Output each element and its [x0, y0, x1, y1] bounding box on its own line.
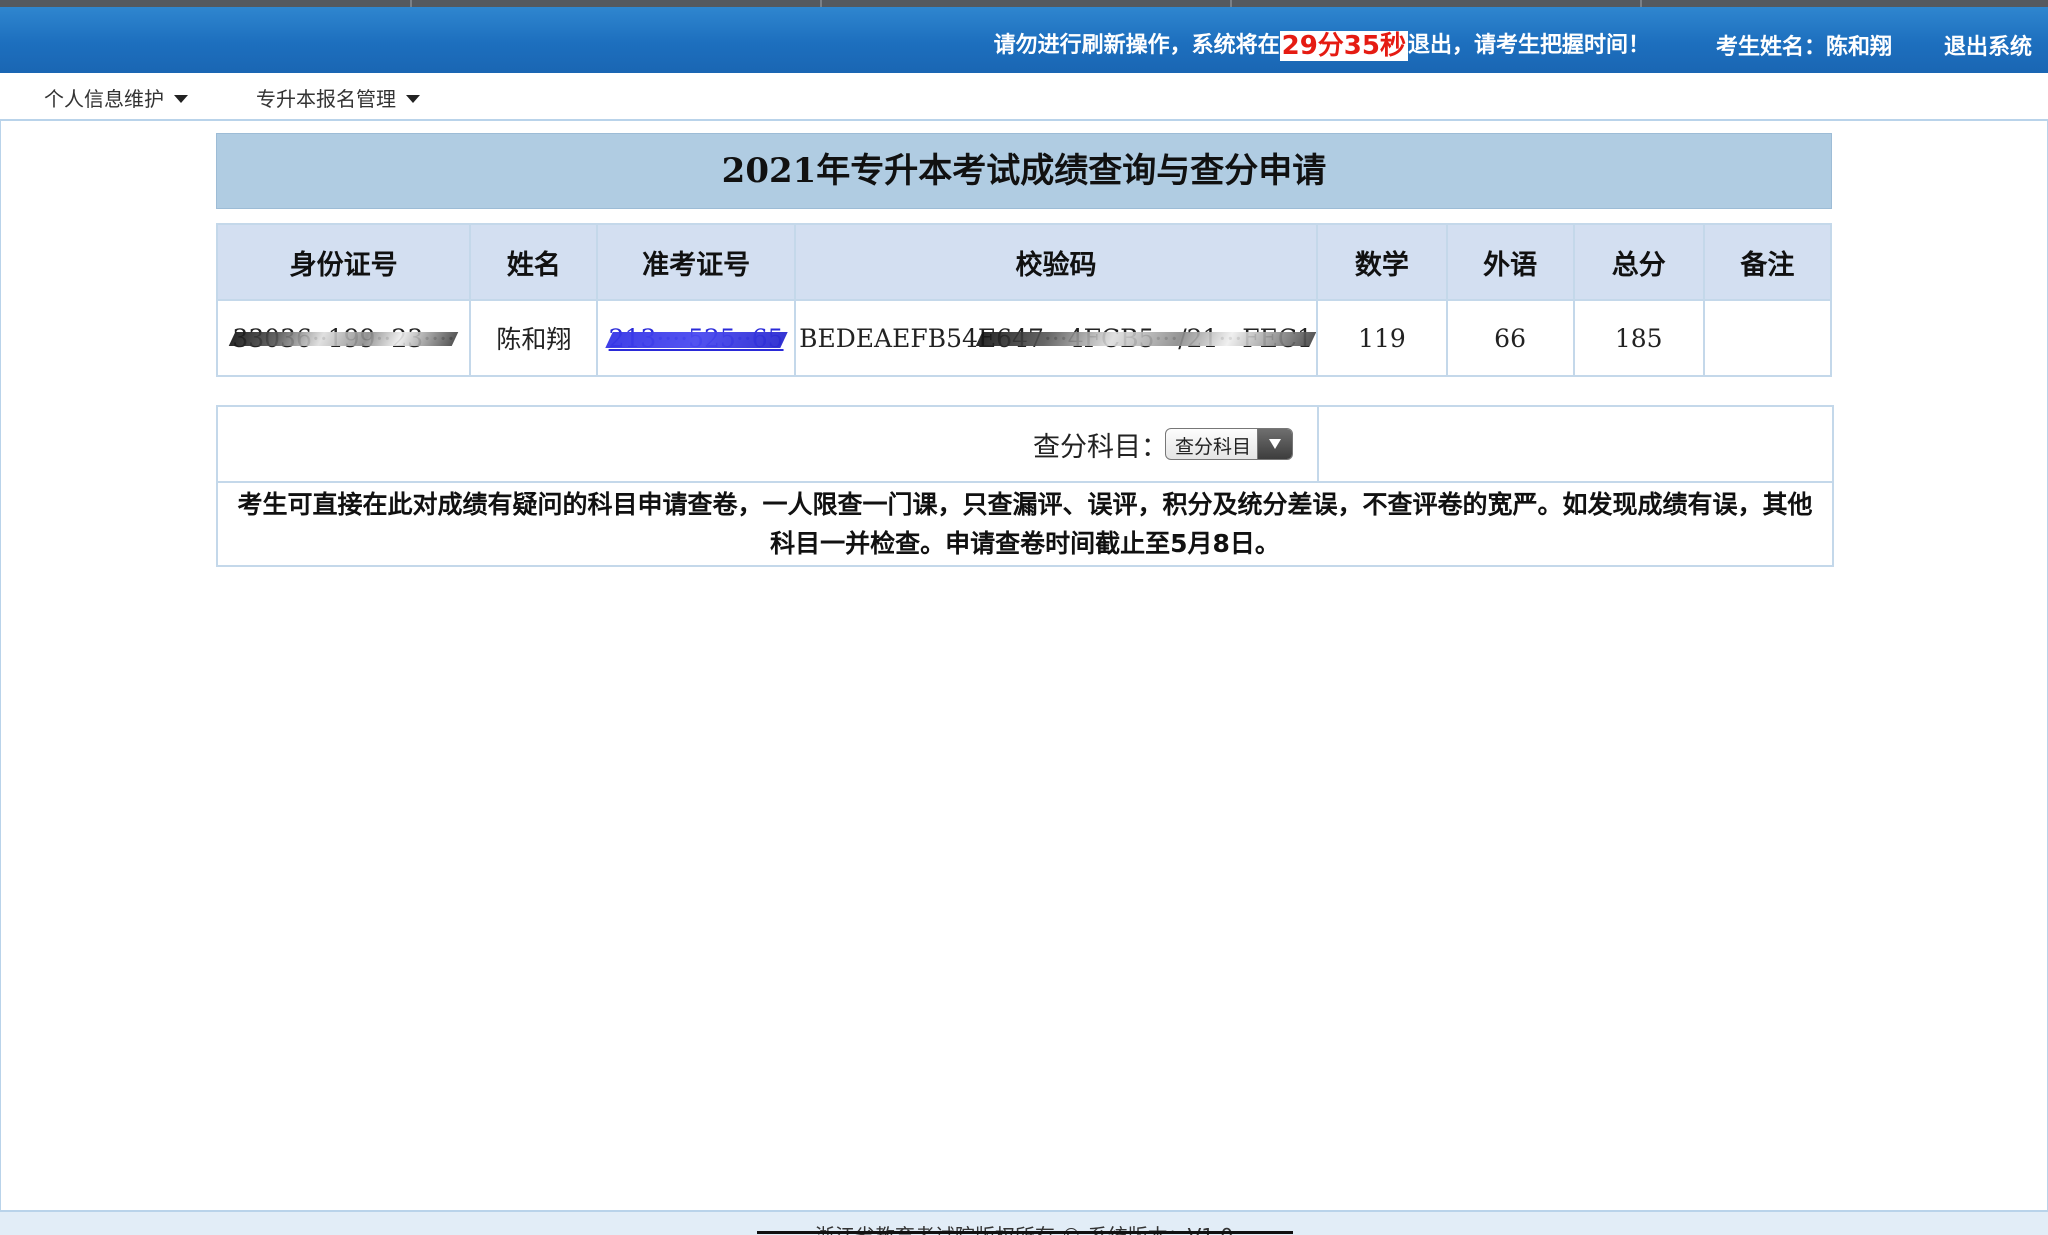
- main-menu: 个人信息维护 专升本报名管理: [0, 73, 2048, 121]
- cell-id-number: 33036··199··23····: [215, 299, 472, 377]
- cell-check-code: BEDEAEFB54E647···4FCB5···/21···FEC1: [793, 299, 1319, 377]
- review-policy-notice: 考生可直接在此对成绩有疑问的科目申请查卷，一人限查一门课，只查漏评、误评，积分及…: [237, 490, 1813, 558]
- caret-down-icon: [406, 95, 420, 103]
- col-header-math: 数学: [1316, 223, 1448, 301]
- menu-label: 专升本报名管理: [256, 87, 396, 111]
- table-header-row: 身份证号 姓名 准考证号 校验码 数学 外语 总分 备注: [215, 223, 1833, 301]
- cell-math: 119: [1316, 299, 1448, 377]
- exam-number-link[interactable]: 213····525··65: [604, 324, 788, 353]
- menu-personal-info[interactable]: 个人信息维护: [44, 83, 188, 112]
- col-header-exam-number: 准考证号: [596, 223, 796, 301]
- subject-select-value: 查分科目: [1175, 436, 1252, 458]
- menu-registration[interactable]: 专升本报名管理: [256, 83, 420, 112]
- user-info: 考生姓名：陈和翔: [1716, 29, 1892, 61]
- page-title: 2021年专升本考试成绩查询与查分申请: [216, 133, 1832, 209]
- col-header-id-number: 身份证号: [215, 223, 472, 301]
- footer: 浙江省教育考试院版权所有 © 系统版本：V1.0: [0, 1210, 2048, 1235]
- redacted-check-code: BEDEAEFB54E647···4FCB5···/21···FEC1: [799, 324, 1316, 353]
- col-header-name: 姓名: [469, 223, 599, 301]
- subject-select-label: 查分科目：: [1033, 432, 1168, 463]
- column-divider: [1317, 407, 1319, 481]
- dropdown-arrow-icon[interactable]: [1257, 429, 1292, 459]
- session-timeout-notice: 请勿进行刷新操作，系统将在29分35秒退出，请考生把握时间！: [994, 27, 1650, 61]
- menu-label: 个人信息维护: [44, 87, 164, 111]
- redaction-mark: [229, 332, 459, 346]
- cell-exam-number[interactable]: 213····525··65: [596, 299, 796, 377]
- user-name: 陈和翔: [1825, 35, 1892, 60]
- table-row: 33036··199··23···· 陈和翔 213····525··65 BE…: [215, 299, 1833, 377]
- redaction-mark: [604, 332, 788, 348]
- tab-divider: [410, 0, 412, 7]
- tab-divider: [1640, 0, 1642, 7]
- logout-link[interactable]: 退出系统: [1944, 29, 2032, 61]
- redaction-mark: [975, 332, 1316, 346]
- col-header-remark: 备注: [1702, 223, 1833, 301]
- redacted-id: 33036··199··23····: [229, 324, 459, 353]
- browser-tab-strip: [0, 0, 2048, 7]
- cell-remark: [1702, 299, 1833, 377]
- notice-suffix: 退出，请考生把握时间！: [1407, 33, 1650, 58]
- scores-table: 身份证号 姓名 准考证号 校验码 数学 外语 总分 备注 33036··199·…: [215, 223, 1833, 377]
- caret-down-icon: [174, 95, 188, 103]
- col-header-check-code: 校验码: [793, 223, 1319, 301]
- tab-divider: [1230, 0, 1232, 7]
- user-label: 考生姓名：: [1715, 35, 1826, 60]
- col-header-total: 总分: [1572, 223, 1705, 301]
- cell-foreign-language: 66: [1445, 299, 1575, 377]
- score-review-panel: 查分科目： 查分科目 考生可直接在此对成绩有疑问的科目申请查卷，一人限查一门课，…: [216, 405, 1834, 567]
- top-header: 请勿进行刷新操作，系统将在29分35秒退出，请考生把握时间！ 考生姓名：陈和翔 …: [0, 7, 2048, 73]
- cell-name: 陈和翔: [469, 299, 599, 377]
- notice-prefix: 请勿进行刷新操作，系统将在: [993, 33, 1280, 58]
- cell-total: 185: [1572, 299, 1705, 377]
- countdown-timer: 29分35秒: [1279, 31, 1408, 61]
- subject-select[interactable]: 查分科目: [1165, 428, 1293, 460]
- subject-select-row: 查分科目： 查分科目: [218, 407, 1832, 483]
- tab-divider: [820, 0, 822, 7]
- col-header-foreign-language: 外语: [1445, 223, 1575, 301]
